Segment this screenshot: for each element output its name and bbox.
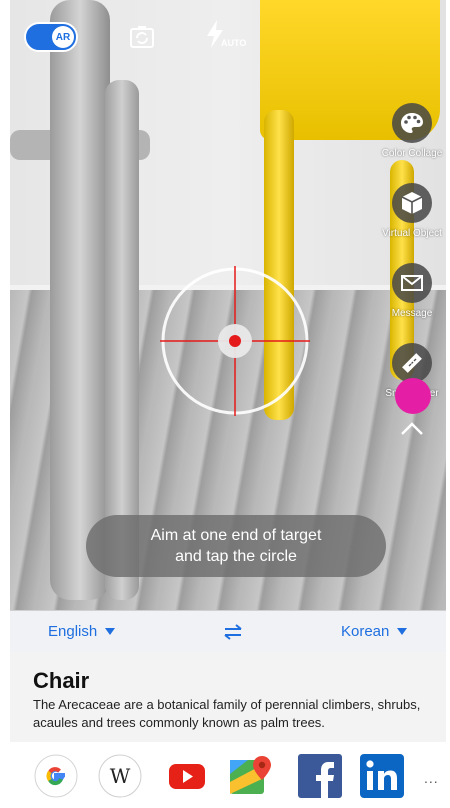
tool-label: Virtual Object [382, 228, 442, 239]
more-engines-button[interactable]: ... [424, 770, 439, 786]
facebook-icon[interactable] [298, 754, 342, 798]
search-engine-row: W ... [10, 742, 446, 808]
target-language-label: Korean [341, 623, 390, 640]
touch-indicator [395, 378, 431, 414]
flash-mode-label: AUTO [221, 38, 247, 48]
instruction-line-2: and tap the circle [175, 548, 297, 565]
language-bar: English Korean [10, 610, 446, 654]
google-maps-icon[interactable] [228, 754, 272, 798]
object-title: Chair [33, 668, 90, 693]
ruler-icon [392, 343, 432, 383]
gray-chair-leg [50, 0, 110, 600]
source-language-label: English [48, 623, 98, 640]
object-description: The Arecaceae are a botanical family of … [33, 697, 421, 730]
google-icon[interactable] [34, 754, 78, 798]
rotate-camera-icon[interactable] [128, 24, 156, 50]
ar-toggle[interactable]: AR [24, 22, 78, 52]
envelope-icon [392, 263, 432, 303]
svg-text:W: W [110, 764, 131, 788]
ar-camera-screen: AR AUTO Color Collage Virtual Object Mes… [0, 0, 450, 808]
linkedin-icon[interactable] [360, 754, 404, 798]
tool-virtual-object[interactable]: Virtual Object [372, 183, 450, 239]
tool-message[interactable]: Message [372, 263, 450, 319]
recognition-result-card[interactable]: Chair The Arecaceae are a botanical fami… [10, 652, 446, 742]
target-language-select[interactable]: Korean [341, 623, 408, 640]
palette-icon [392, 103, 432, 143]
flash-auto-button[interactable]: AUTO [207, 20, 247, 52]
instruction-line-1: Aim at one end of target [150, 527, 322, 544]
tool-label: Color Collage [381, 148, 443, 159]
youtube-icon[interactable] [165, 754, 209, 798]
source-language-select[interactable]: English [48, 623, 116, 640]
wikipedia-icon[interactable]: W [98, 754, 142, 798]
measure-reticle[interactable] [160, 266, 310, 416]
ar-toggle-knob: AR [52, 26, 74, 48]
tool-color-collage[interactable]: Color Collage [372, 103, 450, 159]
instruction-toast: Aim at one end of target and tap the cir… [86, 515, 386, 577]
caret-down-icon [105, 628, 116, 635]
tool-label: Message [391, 308, 433, 319]
chevron-up-icon[interactable] [400, 420, 424, 436]
caret-down-icon [397, 628, 408, 635]
swap-languages-icon[interactable] [223, 623, 243, 641]
cube-icon [392, 183, 432, 223]
